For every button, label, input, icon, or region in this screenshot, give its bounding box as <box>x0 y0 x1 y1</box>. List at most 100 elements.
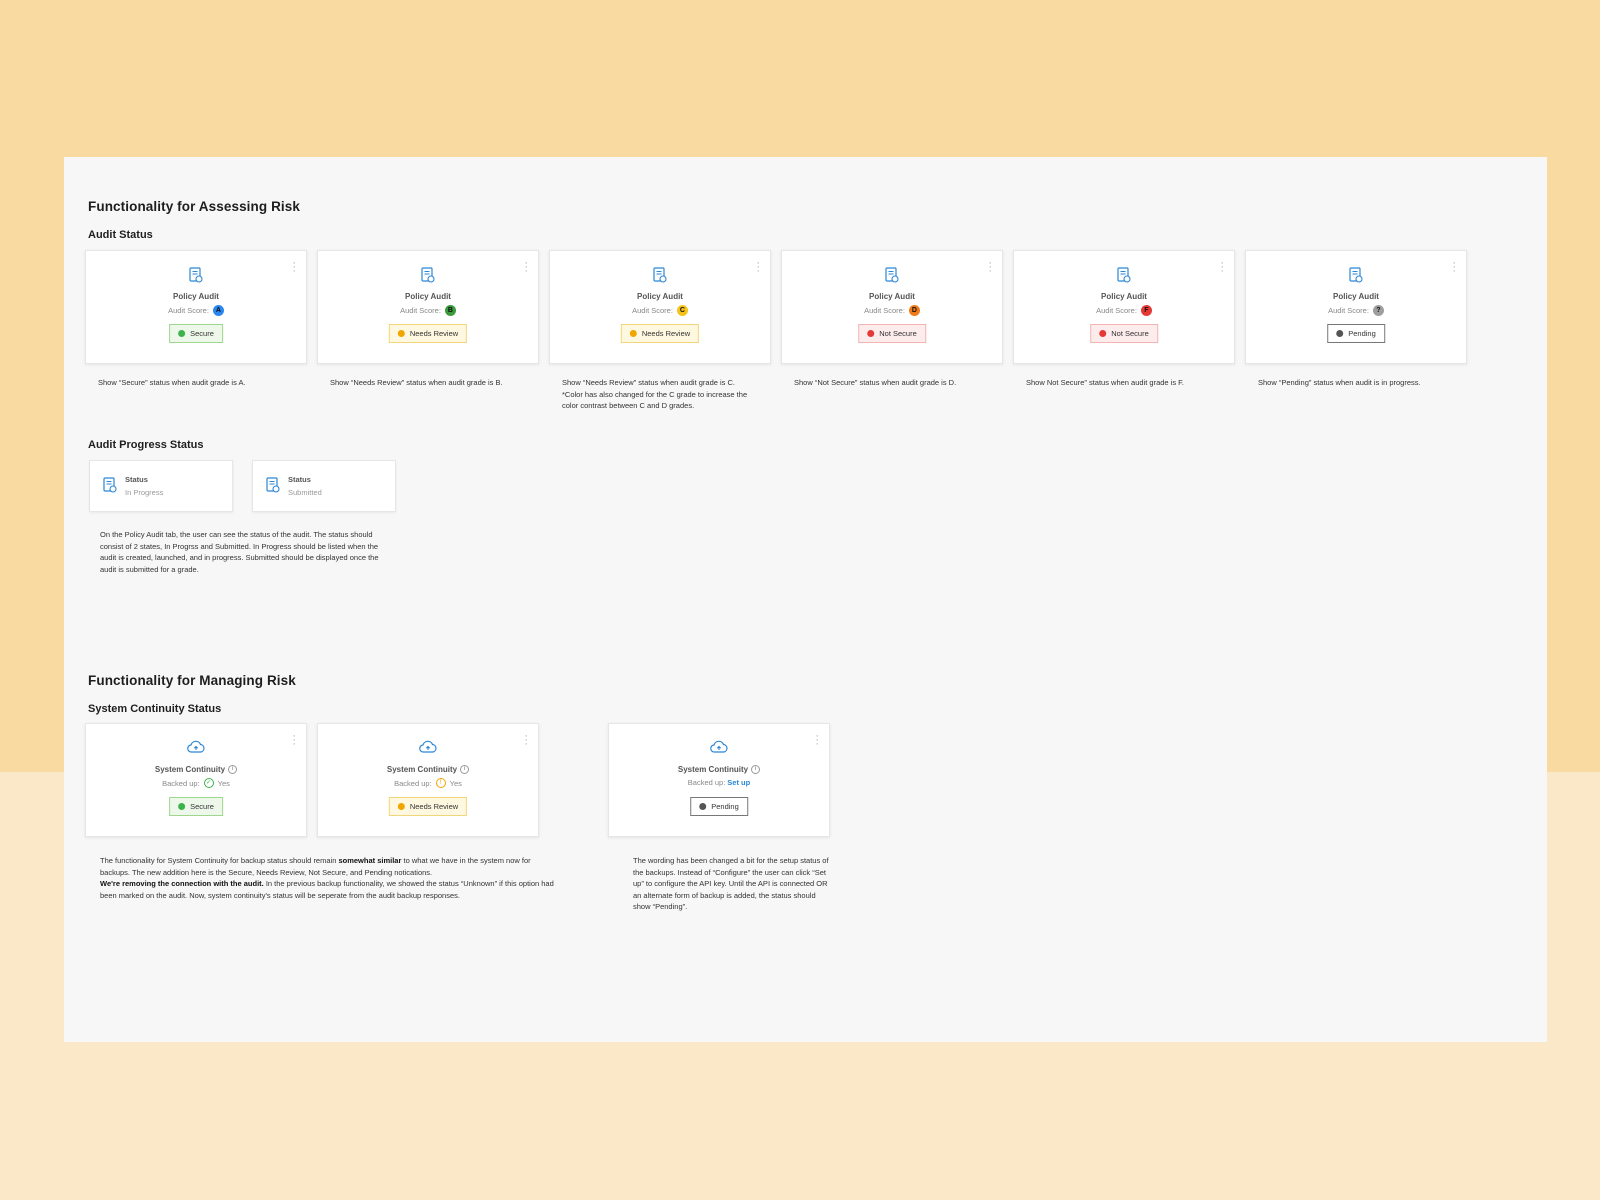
continuity-card: · · · System Continuity i Backed up: ✓ Yes Secur… <box>85 723 307 837</box>
status-dot-icon <box>397 803 405 810</box>
info-icon[interactable]: i <box>460 765 470 775</box>
setup-link[interactable]: Set up <box>727 778 750 787</box>
audit-card-note: Show “Pending” status when audit is in p… <box>1258 377 1454 389</box>
more-options-icon[interactable]: · · · <box>524 731 528 750</box>
section-title-managing: Functionality for Managing Risk <box>88 673 296 688</box>
grade-badge: D <box>908 305 920 316</box>
backed-up-row: Backed up:! Yes <box>318 778 538 788</box>
card-title: Policy Audit <box>1333 292 1379 301</box>
note-emphasis: somewhat similar <box>338 856 402 865</box>
continuity-card: · · · System Continuity i Backed up: Set up Pen… <box>608 723 830 837</box>
more-options-icon[interactable]: · · · <box>756 258 760 277</box>
backed-up-row: Backed up: Set up <box>609 778 829 787</box>
status-label: Secure <box>190 329 214 338</box>
audit-score-label: Audit Score: <box>168 306 209 315</box>
note-text: Show “Needs Review” status when audit gr… <box>562 378 735 387</box>
card-title-text: System Continuity <box>386 765 458 774</box>
grade-badge: B <box>444 305 456 316</box>
card-title: System Continuity i <box>609 765 829 775</box>
status-dot-icon <box>178 330 186 337</box>
note-text: *Color has also changed for the C grade … <box>562 389 748 411</box>
audit-document-icon <box>653 267 667 288</box>
continuity-note: The functionality for System Continuity … <box>100 855 560 901</box>
status-dot-icon <box>867 330 875 337</box>
more-options-icon[interactable]: · · · <box>988 258 992 277</box>
grade-badge: A <box>212 305 224 316</box>
subsection-title-audit-status: Audit Status <box>88 229 153 241</box>
note-emphasis: We're removing the connection with the a… <box>100 879 264 888</box>
audit-card-note: Show “Secure” status when audit grade is… <box>98 377 294 389</box>
more-options-icon[interactable]: · · · <box>1452 258 1456 277</box>
more-options-icon[interactable]: · · · <box>1220 258 1224 277</box>
progress-card-label: Status <box>125 475 148 484</box>
more-options-icon[interactable]: · · · <box>292 258 296 277</box>
section-title-assessing: Functionality for Assessing Risk <box>88 199 300 214</box>
status-label: Not Secure <box>879 329 917 338</box>
status-label: Not Secure <box>1111 329 1149 338</box>
status-badge: Needs Review <box>620 324 700 343</box>
status-label: Secure <box>190 802 214 811</box>
backed-up-label: Backed up: <box>687 778 726 787</box>
status-label: Needs Review <box>641 329 691 338</box>
audit-card: · · · Policy Audit Audit Score: D Not Secure <box>781 250 1003 364</box>
status-label: Pending <box>711 802 739 811</box>
status-label: Needs Review <box>409 802 459 811</box>
audit-document-icon <box>189 267 203 288</box>
backed-up-label: Backed up: <box>394 778 432 788</box>
grade-badge: ? <box>1372 305 1384 316</box>
note-text: Show Not Secure” status when audit grade… <box>1026 378 1184 387</box>
status-badge: Not Secure <box>1090 324 1158 343</box>
more-options-icon[interactable]: · · · <box>524 258 528 277</box>
note-text: Show “Secure” status when audit grade is… <box>98 378 246 387</box>
audit-score: Audit Score: D <box>782 305 1002 316</box>
note-text: Show “Not Secure” status when audit grad… <box>794 378 957 387</box>
audit-document-icon <box>885 267 899 288</box>
info-icon[interactable]: i <box>228 765 238 775</box>
audit-card: · · · Policy Audit Audit Score:? Pending <box>1245 250 1467 364</box>
status-badge: Needs Review <box>388 324 468 343</box>
progress-card-submitted: Status Submitted <box>252 460 396 512</box>
audit-card: · · · Policy Audit Audit Score: B Needs Review <box>317 250 539 364</box>
audit-document-icon <box>421 267 435 288</box>
status-dot-icon <box>1336 330 1344 337</box>
audit-card-note: Show “Needs Review” status when audit gr… <box>562 377 758 412</box>
status-dot-icon <box>178 803 186 810</box>
card-title-text: System Continuity <box>677 765 749 774</box>
progress-note: On the Policy Audit tab, the user can se… <box>100 530 379 574</box>
info-icon[interactable]: i <box>751 765 761 775</box>
audit-score-label: Audit Score: <box>1096 306 1137 315</box>
backed-up-value: Yes <box>449 778 462 788</box>
audit-score-label: Audit Score: <box>632 306 673 315</box>
note-text: Show “Pending” status when audit is in p… <box>1258 378 1421 387</box>
card-title: Policy Audit <box>869 292 915 301</box>
grade-badge: F <box>1140 305 1152 316</box>
audit-score-label: Audit Score: <box>400 306 441 315</box>
more-options-icon[interactable]: · · · <box>815 731 819 750</box>
cloud-upload-icon <box>419 740 437 759</box>
more-options-icon[interactable]: · · · <box>292 731 296 750</box>
backed-up-label: Backed up: <box>162 778 200 788</box>
audit-score: Audit Score: A <box>86 305 306 316</box>
card-title: System Continuity i <box>86 765 306 775</box>
card-title: Policy Audit <box>405 292 451 301</box>
setup-note: The wording has been changed a bit for t… <box>633 856 829 911</box>
status-badge: Secure <box>169 797 223 816</box>
status-badge: Pending <box>690 797 748 816</box>
card-title: Policy Audit <box>173 292 219 301</box>
audit-score: Audit Score: F <box>1014 305 1234 316</box>
audit-document-icon <box>103 477 117 498</box>
card-title: Policy Audit <box>637 292 683 301</box>
backed-up-value: Yes <box>217 778 230 788</box>
cloud-upload-icon <box>187 740 205 759</box>
progress-card-label: Status <box>288 475 311 484</box>
backed-up-row: Backed up: ✓ Yes <box>86 778 306 788</box>
audit-document-icon <box>1117 267 1131 288</box>
audit-document-icon <box>1349 267 1363 288</box>
audit-score: Audit Score:? <box>1246 305 1466 316</box>
audit-score: Audit Score: B <box>318 305 538 316</box>
status-badge: Needs Review <box>388 797 468 816</box>
progress-card-value: Submitted <box>288 488 322 497</box>
audit-document-icon <box>266 477 280 498</box>
cloud-upload-icon <box>710 740 728 759</box>
status-dot-icon <box>397 330 405 337</box>
